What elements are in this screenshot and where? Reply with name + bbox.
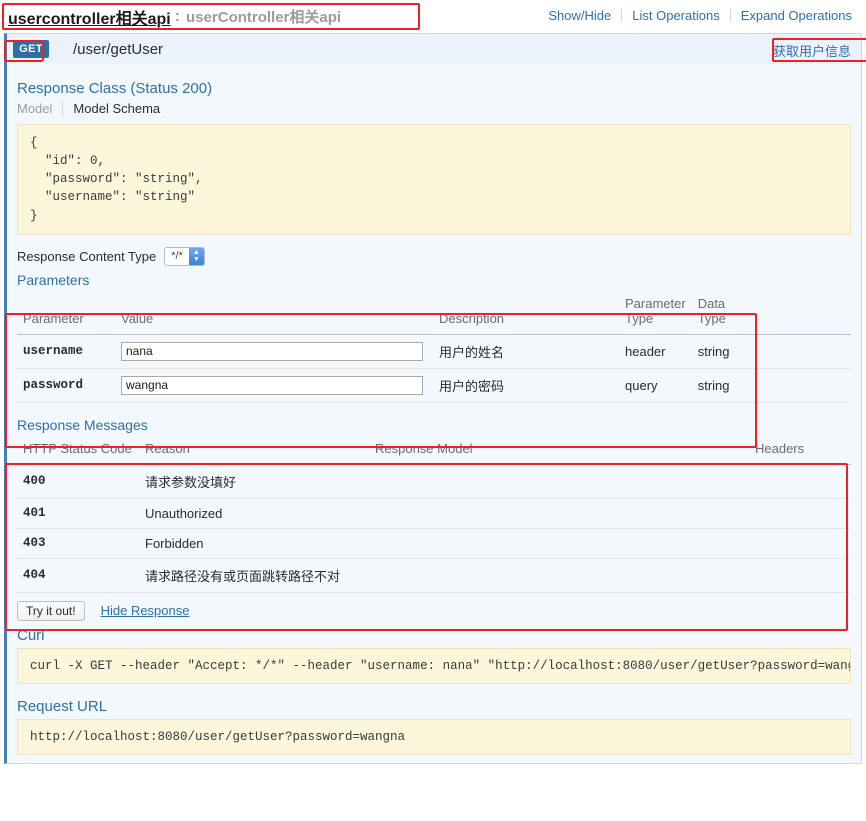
model-400 bbox=[369, 464, 749, 498]
status-code-404: 404 bbox=[17, 558, 139, 592]
list-operations-link[interactable]: List Operations bbox=[622, 8, 729, 23]
request-url-value: http://localhost:8080/user/getUser?passw… bbox=[17, 719, 851, 755]
param-datatype-username: string bbox=[692, 334, 762, 368]
col-response-model: Response Model bbox=[369, 437, 749, 465]
col-reason: Reason bbox=[139, 437, 369, 465]
table-row: 400 请求参数没填好 bbox=[17, 464, 851, 498]
tab-model-schema[interactable]: Model Schema bbox=[62, 101, 170, 116]
model-tabs: Model Model Schema bbox=[17, 101, 851, 116]
response-content-type-select[interactable]: */* ▲▼ bbox=[164, 247, 205, 266]
response-messages-heading: Response Messages bbox=[17, 417, 851, 433]
stepper-arrows-icon: ▲▼ bbox=[189, 248, 204, 265]
reason-403: Forbidden bbox=[139, 528, 369, 558]
param-desc-password: 用户的密码 bbox=[433, 368, 619, 402]
col-parameter-type: Parameter Type bbox=[619, 292, 692, 335]
response-content-type-label: Response Content Type bbox=[17, 249, 156, 264]
operation-summary-link[interactable]: 获取用户信息 bbox=[773, 41, 851, 60]
headers-400 bbox=[749, 464, 851, 498]
status-code-400: 400 bbox=[17, 464, 139, 498]
hide-response-link[interactable]: Hide Response bbox=[101, 603, 190, 618]
operation-path: /user/getUser bbox=[73, 41, 163, 58]
param-spacer-username bbox=[762, 334, 851, 368]
response-content-type-value: */* bbox=[165, 248, 189, 265]
table-row: password 用户的密码 query string bbox=[17, 368, 851, 402]
param-input-password[interactable] bbox=[121, 376, 423, 395]
model-401 bbox=[369, 498, 749, 528]
headers-404 bbox=[749, 558, 851, 592]
response-content-type-row: Response Content Type */* ▲▼ bbox=[17, 247, 851, 266]
col-value: Value bbox=[115, 292, 433, 335]
operation-actions: Try it out! Hide Response bbox=[17, 601, 851, 621]
expand-operations-link[interactable]: Expand Operations bbox=[731, 8, 862, 23]
table-row: 403 Forbidden bbox=[17, 528, 851, 558]
col-parameter: Parameter bbox=[17, 292, 115, 335]
table-row: 404 请求路径没有或页面跳转路径不对 bbox=[17, 558, 851, 592]
http-method-badge: GET bbox=[13, 40, 49, 58]
resource-title[interactable]: usercontroller相关api bbox=[8, 5, 171, 29]
table-row: 401 Unauthorized bbox=[17, 498, 851, 528]
status-code-401: 401 bbox=[17, 498, 139, 528]
param-name-username: username bbox=[17, 334, 115, 368]
operation-body: Response Class (Status 200) Model Model … bbox=[7, 64, 861, 763]
param-type-username: header bbox=[619, 334, 692, 368]
swagger-page: usercontroller相关api : userController相关ap… bbox=[0, 0, 866, 821]
resource-subtitle: userController相关api bbox=[186, 6, 341, 27]
reason-400: 请求参数没填好 bbox=[139, 464, 369, 498]
col-data-type: Data Type bbox=[692, 292, 762, 335]
col-description: Description bbox=[433, 292, 619, 335]
model-404 bbox=[369, 558, 749, 592]
try-it-out-button[interactable]: Try it out! bbox=[17, 601, 85, 621]
headers-401 bbox=[749, 498, 851, 528]
status-code-403: 403 bbox=[17, 528, 139, 558]
response-messages-table: HTTP Status Code Reason Response Model H… bbox=[17, 437, 851, 593]
resource-header: usercontroller相关api : userController相关ap… bbox=[0, 0, 866, 33]
show-hide-link[interactable]: Show/Hide bbox=[538, 8, 621, 23]
col-http-status-code: HTTP Status Code bbox=[17, 437, 139, 465]
resource-links: Show/Hide List Operations Expand Operati… bbox=[538, 8, 862, 23]
param-value-cell-password bbox=[115, 368, 433, 402]
param-spacer-password bbox=[762, 368, 851, 402]
parameters-header-row: Parameter Value Description Parameter Ty… bbox=[17, 292, 851, 335]
parameters-heading: Parameters bbox=[17, 272, 851, 288]
param-type-password: query bbox=[619, 368, 692, 402]
reason-404: 请求路径没有或页面跳转路径不对 bbox=[139, 558, 369, 592]
curl-command: curl -X GET --header "Accept: */*" --hea… bbox=[17, 648, 851, 684]
param-value-cell-username bbox=[115, 334, 433, 368]
col-headers: Headers bbox=[749, 437, 851, 465]
model-schema-code: { "id": 0, "password": "string", "userna… bbox=[17, 124, 851, 235]
model-403 bbox=[369, 528, 749, 558]
reason-401: Unauthorized bbox=[139, 498, 369, 528]
col-spacer bbox=[762, 292, 851, 335]
response-class-heading: Response Class (Status 200) bbox=[17, 80, 851, 97]
param-input-username[interactable] bbox=[121, 342, 423, 361]
response-messages-header-row: HTTP Status Code Reason Response Model H… bbox=[17, 437, 851, 465]
tab-model[interactable]: Model bbox=[17, 101, 62, 116]
operation-header[interactable]: GET /user/getUser 获取用户信息 bbox=[7, 34, 861, 64]
curl-heading: Curl bbox=[17, 627, 851, 644]
param-datatype-password: string bbox=[692, 368, 762, 402]
param-name-password: password bbox=[17, 368, 115, 402]
param-desc-username: 用户的姓名 bbox=[433, 334, 619, 368]
table-row: username 用户的姓名 header string bbox=[17, 334, 851, 368]
parameters-table: Parameter Value Description Parameter Ty… bbox=[17, 292, 851, 403]
resource-separator: : bbox=[175, 8, 180, 26]
headers-403 bbox=[749, 528, 851, 558]
request-url-heading: Request URL bbox=[17, 698, 851, 715]
operation-block: GET /user/getUser 获取用户信息 Response Class … bbox=[4, 33, 862, 764]
